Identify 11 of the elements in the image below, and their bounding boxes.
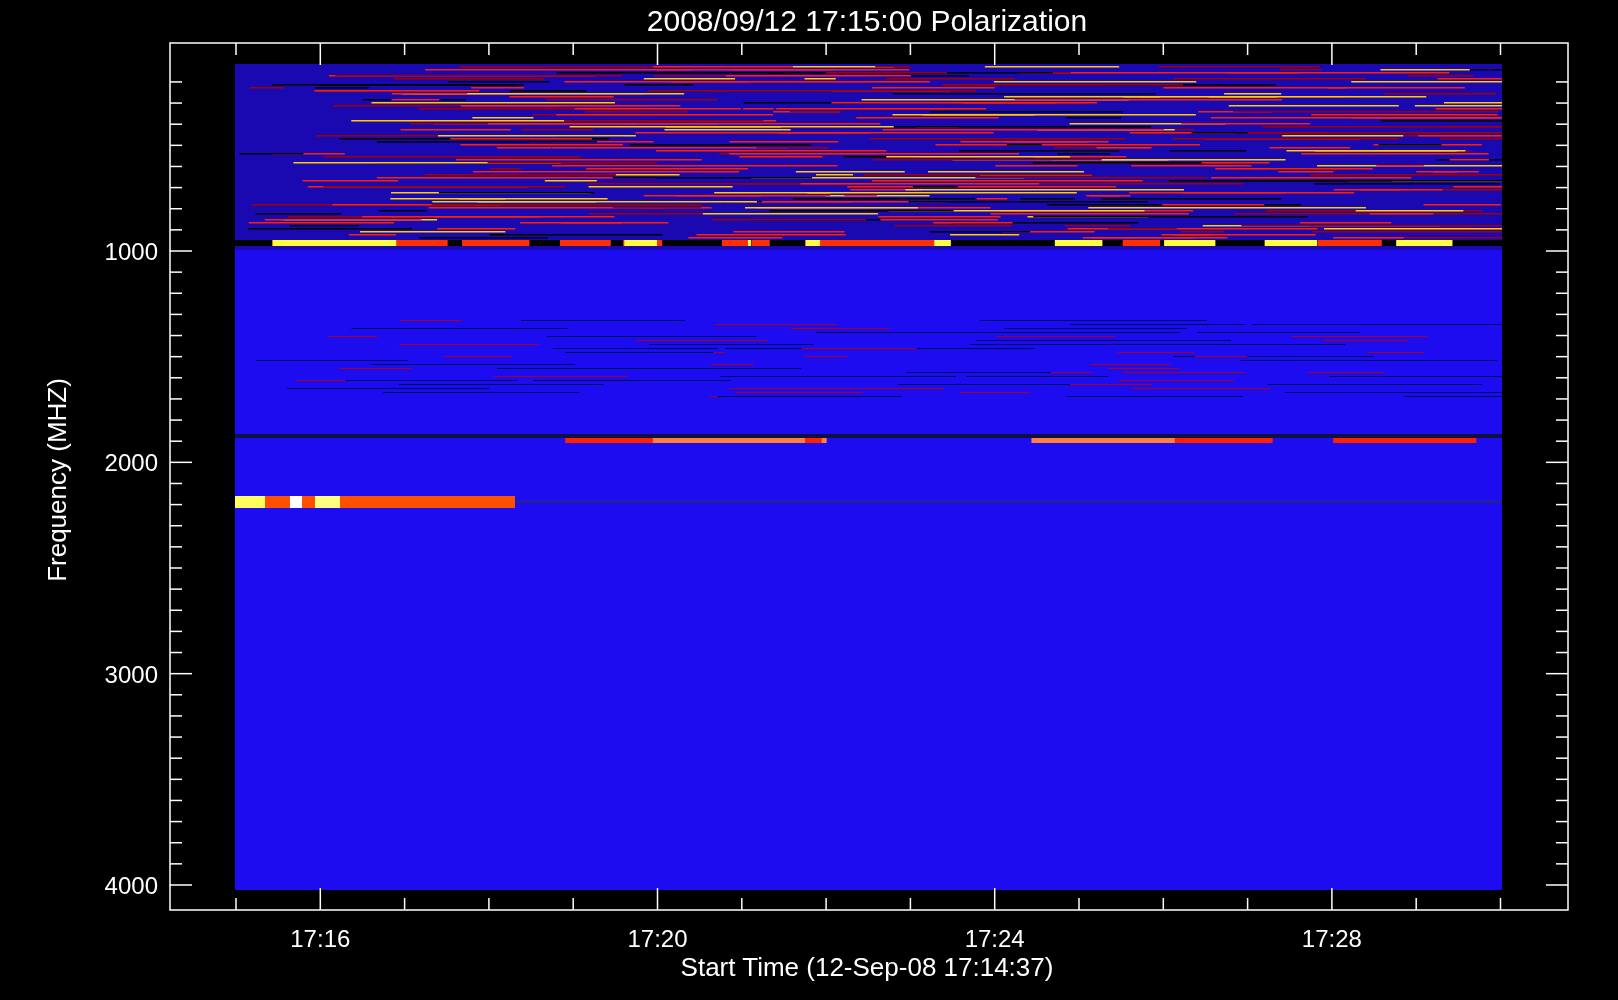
chart-title: 2008/09/12 17:15:00 Polarization	[646, 4, 1088, 37]
tick-label: 17:20	[627, 925, 688, 952]
tick-label: 1000	[104, 238, 158, 265]
tick-label: 2000	[104, 449, 158, 477]
tick-label: 17:16	[290, 925, 351, 952]
tick-label: 17:28	[1301, 925, 1362, 952]
tick-label: 17:24	[964, 925, 1025, 952]
tick-label: 3000	[104, 660, 158, 688]
axis-label: Frequency (MHZ)	[42, 378, 72, 582]
tick-label: 4000	[104, 872, 158, 899]
axis-label: Start Time (12-Sep-08 17:14:37)	[680, 952, 1054, 982]
